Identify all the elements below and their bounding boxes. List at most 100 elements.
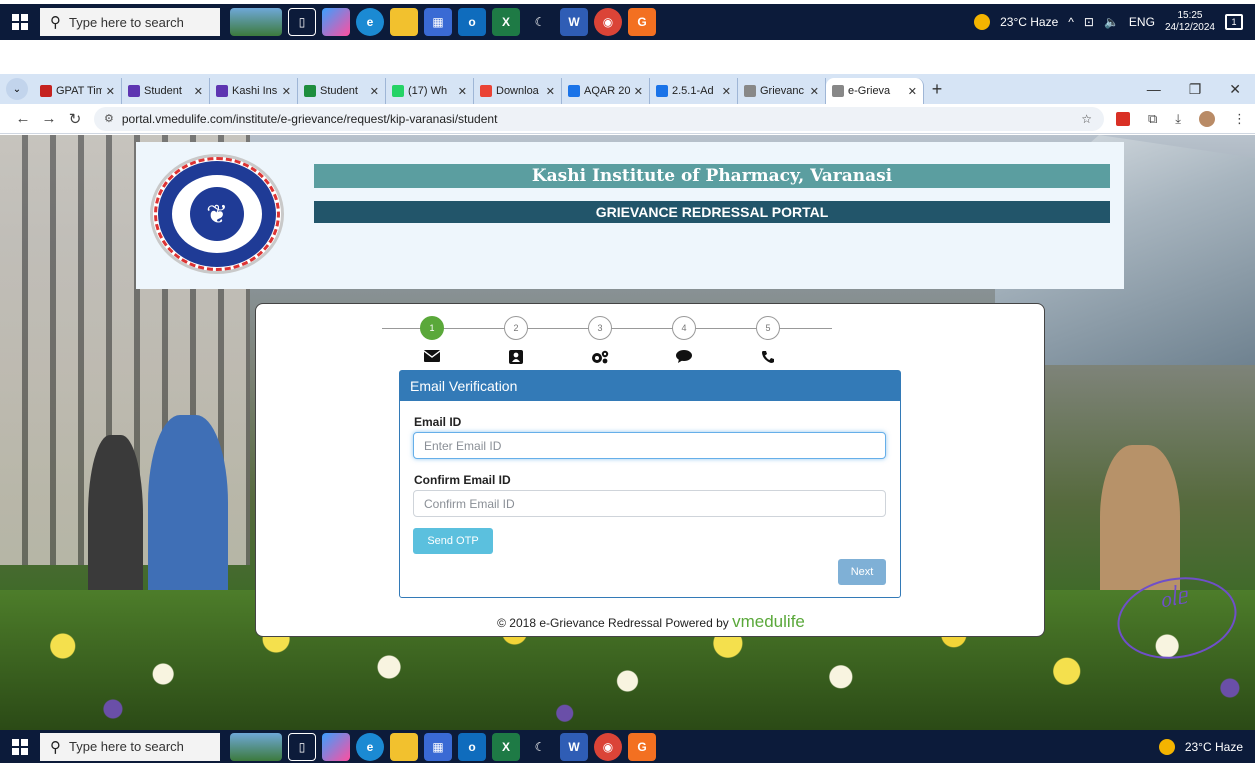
gears-icon [588,350,612,364]
chrome-icon[interactable]: ◉ [594,8,622,36]
site-info-icon[interactable]: ⚙ [104,112,114,125]
outlook-icon[interactable]: o [458,732,486,761]
start-button[interactable] [0,4,40,40]
kebab-menu-icon[interactable]: ⋮ [1233,111,1246,127]
browser-tab[interactable]: Student ✕ [122,78,210,104]
voice-icon[interactable]: ☾ [526,733,554,761]
url-field[interactable]: ⚙ portal.vmedulife.com/institute/e-griev… [94,106,1104,131]
speaker-icon[interactable]: 🔈 [1104,15,1119,29]
copilot-icon[interactable] [322,732,350,761]
tab-list: GPAT Tim ✕ Student ✕ Kashi Ins ✕ Student ✕ (17) … [34,74,924,104]
tab-strip: ⌄ GPAT Tim ✕ Student ✕ Kashi Ins ✕ Student ✕ (17… [0,74,1255,104]
store-icon[interactable]: ▦ [424,8,452,36]
edge-icon[interactable]: e [356,8,384,36]
chrome-icon[interactable]: ◉ [594,732,622,761]
page-viewport: ❦ Kashi Institute of Pharmacy, Varanasi … [0,135,1255,730]
vmedulife-link[interactable]: vmedulife [732,612,805,631]
new-tab-button[interactable]: + [924,79,950,100]
confirm-email-label: Confirm Email ID [414,473,511,487]
browser-tab[interactable]: Downloa ✕ [474,78,562,104]
email-input[interactable] [413,432,886,459]
word-icon[interactable]: W [560,8,588,36]
tab-favicon-icon [128,85,140,97]
tab-close-icon[interactable]: ✕ [194,85,203,98]
edge-icon[interactable]: e [356,732,384,761]
institute-title: Kashi Institute of Pharmacy, Varanasi [314,164,1110,188]
institute-logo: ❦ [150,154,284,274]
notification-icon[interactable]: 1 [1225,14,1243,30]
start-button[interactable] [0,730,40,763]
voice-icon[interactable]: ☾ [526,8,554,36]
step-1: 1 [420,316,444,340]
news-widget-icon[interactable] [230,732,282,761]
tab-title: Grievanc [760,85,805,97]
excel-icon[interactable]: X [492,8,520,36]
excel-icon[interactable]: X [492,732,520,761]
chevron-up-icon[interactable]: ^ [1068,15,1074,29]
app-icon[interactable]: G [628,732,656,761]
task-view-icon[interactable]: ▯ [288,732,316,761]
bookmark-star-icon[interactable]: ☆ [1081,112,1092,126]
language-indicator[interactable]: ENG [1129,15,1155,29]
taskbar-search[interactable]: ⚲ Type here to search [40,732,220,761]
outlook-icon[interactable]: o [458,8,486,36]
word-icon[interactable]: W [560,732,588,761]
tab-close-icon[interactable]: ✕ [458,85,467,98]
minimize-icon[interactable]: — [1147,81,1161,98]
tab-title: AQAR 20 [584,85,630,97]
profile-avatar[interactable] [1199,110,1216,127]
task-view-icon[interactable]: ▯ [288,8,316,36]
card-heading: Email Verification [400,371,900,401]
tab-close-icon[interactable]: ✕ [810,85,819,98]
clock[interactable]: 15:25 24/12/2024 [1165,10,1215,34]
extensions-puzzle-icon[interactable]: ⧉ [1148,111,1157,127]
tab-close-icon[interactable]: ✕ [106,85,115,98]
browser-tab[interactable]: e-Grieva ✕ [826,78,924,104]
taskbar-search-placeholder: Type here to search [69,14,184,30]
confirm-email-input[interactable] [413,490,886,517]
tab-search-icon[interactable]: ⌄ [6,78,28,100]
browser-tab[interactable]: Student ✕ [298,78,386,104]
back-icon[interactable]: ← [10,110,36,127]
browser-tab[interactable]: Grievanc ✕ [738,78,826,104]
taskbar-search[interactable]: ⚲ Type here to search [40,8,220,36]
pdf-extension-icon[interactable] [1116,111,1130,126]
download-icon[interactable]: ⤓ [1175,111,1181,127]
tab-close-icon[interactable]: ✕ [908,85,917,98]
tab-favicon-icon [744,85,756,97]
tab-close-icon[interactable]: ✕ [282,85,291,98]
store-icon[interactable]: ▦ [424,732,452,761]
envelope-icon [420,350,444,362]
browser-tab[interactable]: AQAR 20 ✕ [562,78,650,104]
forward-icon[interactable]: → [36,110,62,127]
browser-tab[interactable]: Kashi Ins ✕ [210,78,298,104]
tab-close-icon[interactable]: ✕ [634,85,643,98]
app-icon[interactable]: G [628,8,656,36]
wifi-icon[interactable]: ⊡ [1084,15,1094,29]
tab-title: Kashi Ins [232,85,278,97]
browser-tab[interactable]: GPAT Tim ✕ [34,78,122,104]
reload-icon[interactable]: ↻ [62,110,88,128]
close-window-icon[interactable]: ✕ [1229,81,1241,98]
news-widget-icon[interactable] [230,8,282,36]
windows-icon [12,738,28,755]
weather-text[interactable]: 23°C Haze [1000,15,1058,29]
tab-close-icon[interactable]: ✕ [722,85,731,98]
next-button[interactable]: Next [838,559,886,585]
tab-close-icon[interactable]: ✕ [370,85,379,98]
copilot-icon[interactable] [322,8,350,36]
phone-icon [756,350,780,364]
restore-icon[interactable]: ❐ [1189,81,1202,98]
file-explorer-icon[interactable] [390,8,418,36]
weather-text[interactable]: 23°C Haze [1185,740,1243,754]
tab-favicon-icon [40,85,52,97]
tab-favicon-icon [216,85,228,97]
browser-tab[interactable]: 2.5.1-Ad ✕ [650,78,738,104]
file-explorer-icon[interactable] [390,732,418,761]
tab-close-icon[interactable]: ✕ [546,85,555,98]
page-footer: © 2018 e-Grievance Redressal Powered by … [256,612,1046,632]
step-wizard: 1 2 3 4 5 [382,316,832,366]
notification-count: 1 [1231,17,1237,27]
browser-tab[interactable]: (17) Wh ✕ [386,78,474,104]
send-otp-button[interactable]: Send OTP [413,528,493,554]
